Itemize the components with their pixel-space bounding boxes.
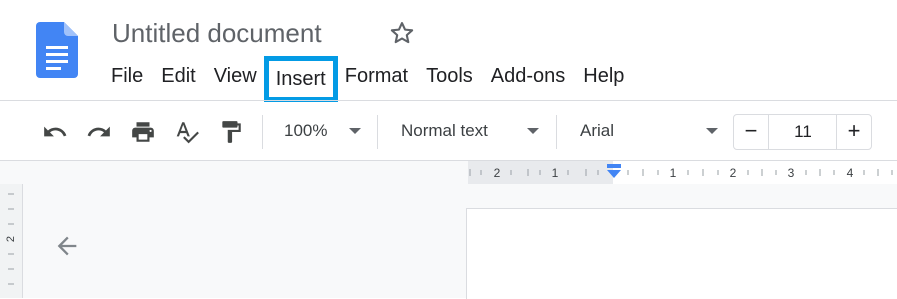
print-icon[interactable] <box>130 119 156 145</box>
paint-format-icon[interactable] <box>218 119 244 145</box>
style-select[interactable]: Normal text <box>401 119 488 143</box>
vertical-ruler-label: 2 <box>5 236 17 242</box>
toolbar-separator <box>262 115 263 149</box>
zoom-chevron-down-icon[interactable] <box>349 128 361 134</box>
menu-view[interactable]: View <box>205 61 266 91</box>
redo-icon[interactable] <box>86 119 112 145</box>
menu-edit[interactable]: Edit <box>152 61 204 91</box>
decrease-font-size-button[interactable]: − <box>734 115 769 149</box>
vertical-ruler[interactable]: 2 <box>0 184 23 298</box>
ruler-margin-area <box>0 161 468 184</box>
star-icon[interactable] <box>388 19 416 47</box>
horizontal-ruler[interactable]: 2 1 1 2 3 4 <box>468 161 897 184</box>
ruler-label: 1 <box>670 166 677 180</box>
font-select[interactable]: Arial <box>580 119 614 143</box>
menu-bar: File Edit View Insert Format Tools Add-o… <box>102 56 633 102</box>
docs-logo-icon[interactable] <box>36 22 78 78</box>
toolbar-separator <box>377 115 378 149</box>
font-size-input[interactable]: 11 <box>769 115 837 149</box>
menu-add-ons[interactable]: Add-ons <box>482 61 575 91</box>
menu-insert-highlight[interactable]: Insert <box>263 56 338 102</box>
toolbar-separator <box>556 115 557 149</box>
ruler-label: 2 <box>494 166 501 180</box>
toolbar: 100% Normal text Arial − 11 + <box>0 101 897 161</box>
ruler-label: 4 <box>847 166 854 180</box>
spellcheck-icon[interactable] <box>174 119 200 145</box>
increase-font-size-button[interactable]: + <box>836 115 871 149</box>
menu-help[interactable]: Help <box>574 61 633 91</box>
menu-insert[interactable]: Insert <box>276 64 326 94</box>
style-chevron-down-icon[interactable] <box>527 128 539 134</box>
menu-tools[interactable]: Tools <box>417 61 482 91</box>
document-title[interactable]: Untitled document <box>112 16 322 50</box>
document-page[interactable] <box>466 208 897 299</box>
zoom-select[interactable]: 100% <box>284 119 327 143</box>
menu-format[interactable]: Format <box>336 61 417 91</box>
ruler-label: 2 <box>730 166 737 180</box>
ruler-label: 1 <box>552 166 559 180</box>
ruler-label: 3 <box>788 166 795 180</box>
undo-icon[interactable] <box>42 119 68 145</box>
font-chevron-down-icon[interactable] <box>706 128 718 134</box>
font-size-stepper: − 11 + <box>733 114 872 150</box>
menu-file[interactable]: File <box>102 61 152 91</box>
arrow-back-icon[interactable] <box>52 232 82 260</box>
